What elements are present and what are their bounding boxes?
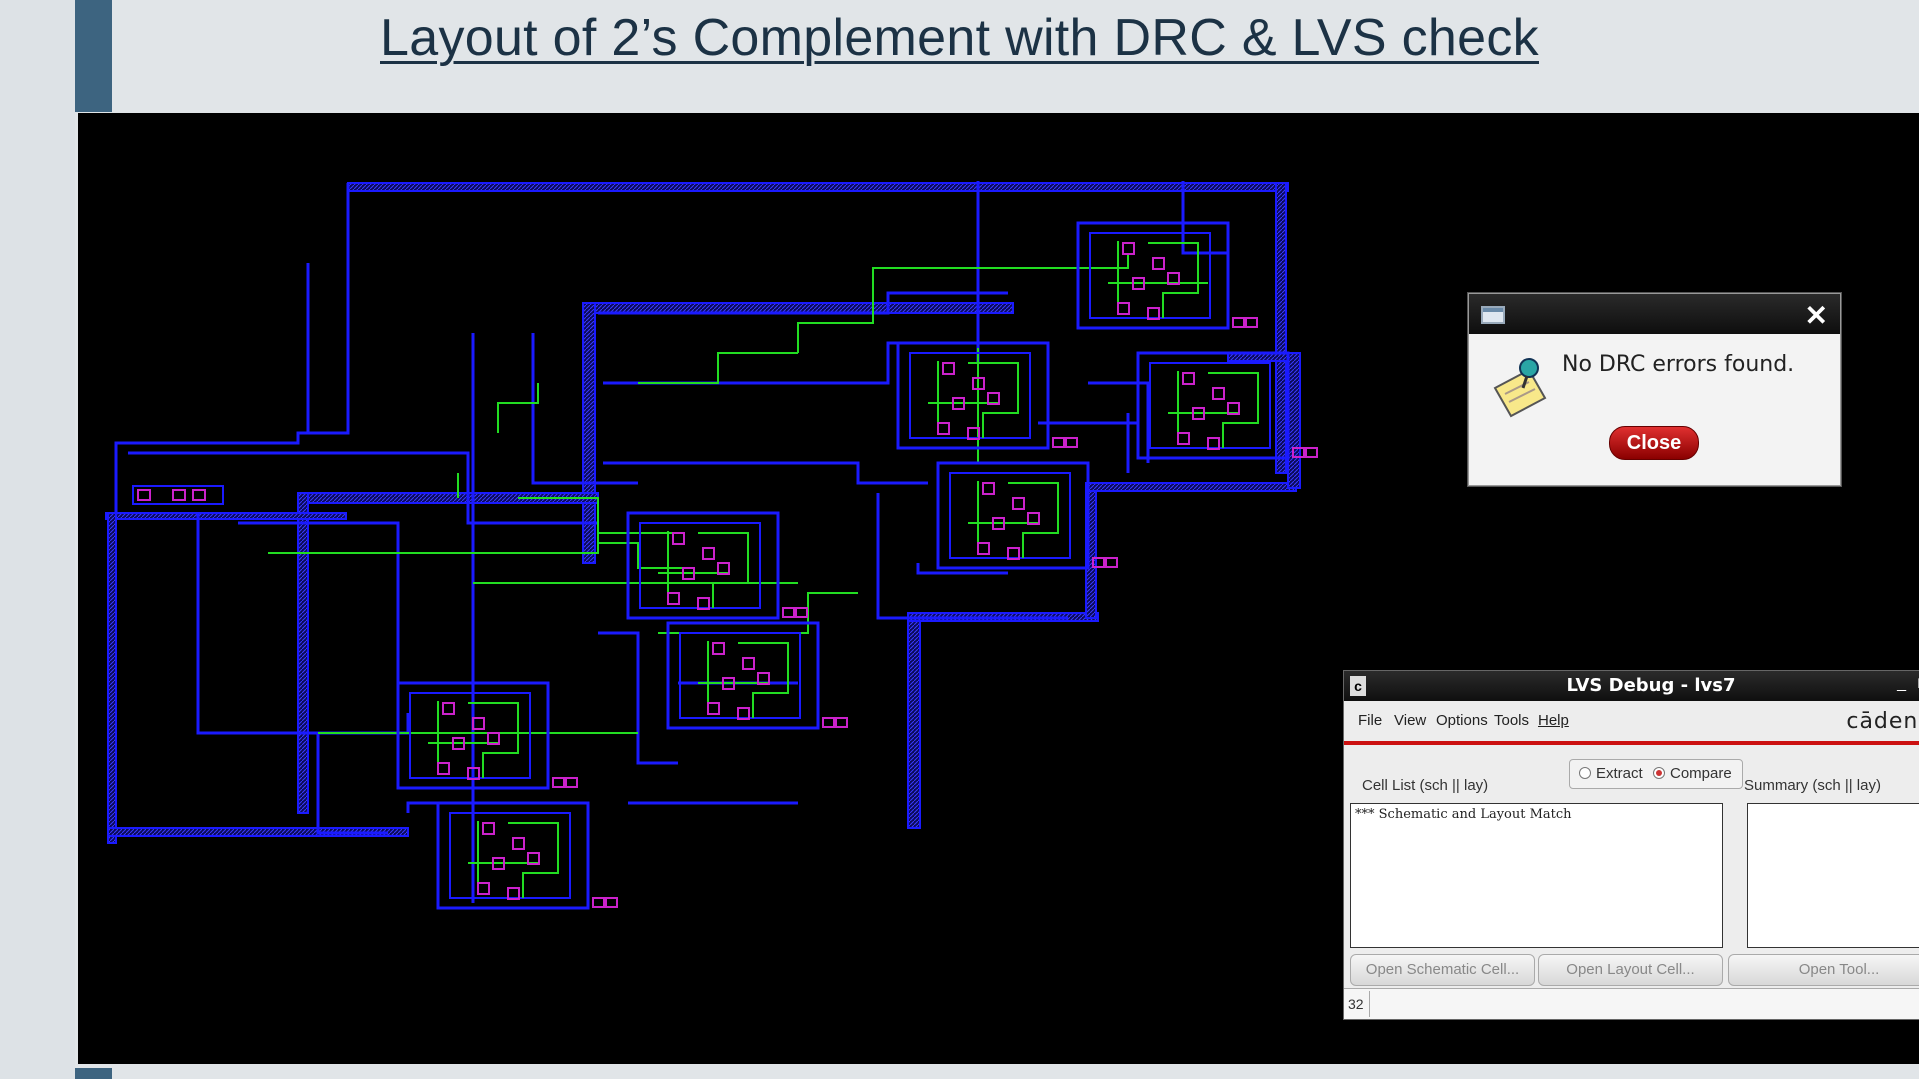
window-icon <box>1481 306 1505 324</box>
open-layout-cell-button[interactable]: Open Layout Cell... <box>1538 954 1723 986</box>
standard-cell <box>666 621 848 730</box>
notepad-pin-icon <box>1493 358 1547 418</box>
slide-left-strip <box>0 0 75 1079</box>
close-button[interactable]: Close <box>1609 426 1699 460</box>
summary-box[interactable] <box>1747 803 1919 948</box>
minimize-icon[interactable]: _ <box>1897 675 1906 693</box>
menu-view[interactable]: View <box>1394 712 1426 729</box>
menu-file[interactable]: File <box>1358 712 1382 729</box>
status-separator <box>1369 991 1370 1017</box>
standard-cell <box>896 341 1078 450</box>
layout-canvas[interactable]: ✕ No DRC errors found. Close c LVS Debug… <box>78 113 1919 1064</box>
close-x-icon[interactable]: ✕ <box>1805 299 1828 332</box>
lvs-debug-window: c LVS Debug - lvs7 _ □ × File View Optio… <box>1343 670 1919 1020</box>
standard-cell <box>436 801 618 910</box>
drc-message: No DRC errors found. <box>1562 352 1795 377</box>
slide-title: Layout of 2’s Complement with DRC & LVS … <box>380 9 1539 67</box>
extract-radio[interactable] <box>1579 767 1591 779</box>
menu-help[interactable]: Help <box>1538 712 1569 729</box>
drc-dialog: ✕ No DRC errors found. Close <box>1468 293 1841 486</box>
mode-radio-group: Extract Compare <box>1569 759 1743 789</box>
cell-list-box[interactable]: *** Schematic and Layout Match <box>1350 803 1723 948</box>
standard-cell <box>396 681 578 790</box>
status-number: 32 <box>1348 996 1364 1012</box>
drc-titlebar: ✕ <box>1469 294 1840 334</box>
extract-label: Extract <box>1596 765 1643 782</box>
menu-tools[interactable]: Tools <box>1494 712 1529 729</box>
lvs-status-bar: 32 <box>1344 988 1919 1019</box>
compare-label: Compare <box>1670 765 1732 782</box>
compare-radio[interactable] <box>1653 767 1665 779</box>
standard-cell <box>626 511 808 620</box>
slide-accent-bar-bottom <box>75 1068 112 1079</box>
cadence-logo: cādence <box>1846 709 1919 734</box>
standard-cell <box>1076 221 1258 330</box>
input-pins <box>132 485 224 505</box>
menu-options[interactable]: Options <box>1436 712 1488 729</box>
lvs-titlebar: c LVS Debug - lvs7 _ □ × <box>1344 671 1919 701</box>
lvs-menubar: File View Options Tools Help cādence <box>1344 701 1919 745</box>
lvs-window-title: LVS Debug - lvs7 <box>1566 675 1736 696</box>
summary-label: Summary (sch || lay) <box>1744 777 1881 794</box>
open-schematic-cell-button[interactable]: Open Schematic Cell... <box>1350 954 1535 986</box>
standard-cells <box>132 221 1318 910</box>
open-tool-button[interactable]: Open Tool... <box>1728 954 1919 986</box>
cell-list-label: Cell List (sch || lay) <box>1362 777 1489 794</box>
